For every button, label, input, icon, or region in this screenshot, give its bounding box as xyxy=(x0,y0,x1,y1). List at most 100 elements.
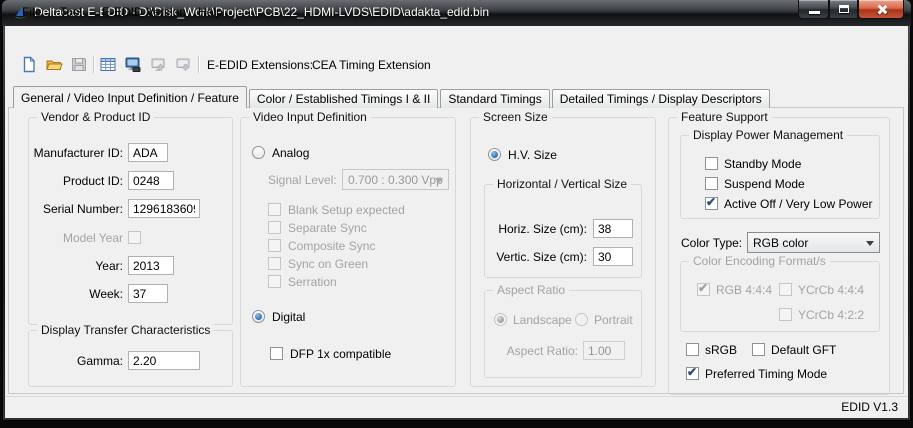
download-device-icon[interactable] xyxy=(174,56,192,73)
screen: Deltacast E-EDID - D:\Disk_Work\Project\… xyxy=(0,0,913,428)
digital-radio[interactable] xyxy=(252,310,265,323)
extensions-label: E-EDID Extensions: xyxy=(207,58,314,72)
horiz-size-label: Horiz. Size (cm): xyxy=(498,222,587,236)
ycrcb444-checkbox[interactable] xyxy=(779,283,792,296)
chevron-down-icon xyxy=(435,178,443,187)
menu-eedid-version[interactable]: E-EDID Version xyxy=(96,0,192,24)
horiz-size-field[interactable] xyxy=(593,219,633,238)
manufacturer-id-field[interactable] xyxy=(128,143,168,162)
vendor-product-group-title: Vendor & Product ID xyxy=(37,110,155,124)
ycrcb444-label[interactable]: YCrCb 4:4:4 xyxy=(798,283,864,297)
status-bar: EDID V1.3 xyxy=(5,396,908,418)
suspend-mode-checkbox[interactable] xyxy=(705,177,718,190)
aspect-ratio-field[interactable] xyxy=(583,341,625,360)
rgb444-label[interactable]: RGB 4:4:4 xyxy=(716,283,772,297)
serial-number-field[interactable] xyxy=(128,199,200,218)
srgb-checkbox[interactable] xyxy=(686,343,699,356)
close-icon xyxy=(876,4,887,15)
gamma-field[interactable] xyxy=(128,351,200,370)
preferred-timing-label[interactable]: Preferred Timing Mode xyxy=(705,367,827,381)
open-file-icon[interactable] xyxy=(45,56,63,73)
week-label: Week: xyxy=(89,287,123,301)
serration-checkbox[interactable] xyxy=(268,275,281,288)
standby-mode-label[interactable]: Standby Mode xyxy=(724,157,801,171)
dfp-compatible-checkbox[interactable] xyxy=(270,347,283,360)
color-encoding-group-title: Color Encoding Format/s xyxy=(689,254,830,268)
separate-sync-checkbox[interactable] xyxy=(268,221,281,234)
edid-version-status: EDID V1.3 xyxy=(841,400,898,414)
sync-on-green-label[interactable]: Sync on Green xyxy=(288,257,368,271)
suspend-mode-label[interactable]: Suspend Mode xyxy=(724,177,805,191)
model-year-label[interactable]: Model Year xyxy=(30,231,123,245)
vertic-size-label: Vertic. Size (cm): xyxy=(496,250,587,264)
feature-support-group-title: Feature Support xyxy=(677,110,772,124)
separate-sync-label[interactable]: Separate Sync xyxy=(288,221,367,235)
menu-tool[interactable]: Tool xyxy=(54,0,88,24)
model-year-checkbox[interactable] xyxy=(128,231,141,244)
product-id-field[interactable] xyxy=(128,171,174,190)
active-off-label[interactable]: Active Off / Very Low Power xyxy=(724,197,873,211)
color-type-select[interactable]: RGB color xyxy=(747,232,880,253)
upload-device-icon[interactable] xyxy=(149,56,167,73)
save-file-icon[interactable] xyxy=(70,56,88,73)
aspect-ratio-group-title: Aspect Ratio xyxy=(493,283,570,297)
manufacturer-id-label: Manufacturer ID: xyxy=(33,146,123,160)
year-field[interactable] xyxy=(128,256,174,275)
tab-detailed-timings[interactable]: Detailed Timings / Display Descriptors xyxy=(551,89,770,108)
analog-radio[interactable] xyxy=(252,146,265,159)
horiz-vert-size-group-title: Horizontal / Vertical Size xyxy=(493,177,632,191)
landscape-radio[interactable] xyxy=(494,313,507,326)
read-device-icon[interactable] xyxy=(124,56,142,73)
color-type-label: Color Type: xyxy=(681,236,743,250)
ycrcb422-checkbox[interactable] xyxy=(779,308,792,321)
composite-sync-label[interactable]: Composite Sync xyxy=(288,239,375,253)
standby-mode-checkbox[interactable] xyxy=(705,157,718,170)
year-label: Year: xyxy=(95,259,123,273)
edid-table-icon[interactable] xyxy=(99,56,117,73)
analog-label[interactable]: Analog xyxy=(272,146,309,160)
tab-color-established[interactable]: Color / Established Timings I & II xyxy=(248,89,439,108)
signal-level-label: Signal Level: xyxy=(268,173,337,187)
landscape-label[interactable]: Landscape xyxy=(513,313,572,327)
ycrcb422-label[interactable]: YCrCb 4:2:2 xyxy=(798,308,864,322)
tab-standard-timings[interactable]: Standard Timings xyxy=(440,89,550,108)
composite-sync-checkbox[interactable] xyxy=(268,239,281,252)
close-button[interactable] xyxy=(858,0,904,19)
transfer-characteristics-group-title: Display Transfer Characteristics xyxy=(37,323,215,337)
hv-size-label[interactable]: H.V. Size xyxy=(508,148,557,162)
portrait-label[interactable]: Portrait xyxy=(594,313,633,327)
gamma-label: Gamma: xyxy=(76,354,123,368)
blank-setup-label[interactable]: Blank Setup expected xyxy=(288,203,405,217)
minimize-button[interactable] xyxy=(798,0,829,19)
sync-on-green-checkbox[interactable] xyxy=(268,257,281,270)
vertic-size-field[interactable] xyxy=(593,247,633,266)
minimize-icon xyxy=(809,11,820,14)
default-gft-label[interactable]: Default GFT xyxy=(771,343,836,357)
color-type-value: RGB color xyxy=(753,236,809,250)
signal-level-select[interactable]: 0.700 : 0.300 Vpp xyxy=(342,169,449,190)
dfp-compatible-label[interactable]: DFP 1x compatible xyxy=(290,347,391,361)
chevron-down-icon xyxy=(866,241,874,250)
product-id-label: Product ID: xyxy=(62,174,123,188)
new-document-icon[interactable] xyxy=(20,56,38,73)
serration-label[interactable]: Serration xyxy=(288,275,337,289)
menu-help[interactable]: Help xyxy=(192,0,229,24)
menu-file[interactable]: File xyxy=(16,0,47,24)
signal-level-value: 0.700 : 0.300 Vpp xyxy=(348,173,443,187)
screen-size-group-title: Screen Size xyxy=(479,110,552,124)
week-field[interactable] xyxy=(128,284,168,303)
portrait-radio[interactable] xyxy=(575,313,588,326)
default-gft-checkbox[interactable] xyxy=(752,343,765,356)
tab-general[interactable]: General / Video Input Definition / Featu… xyxy=(13,86,247,108)
maximize-button[interactable] xyxy=(829,0,858,19)
digital-label[interactable]: Digital xyxy=(272,310,305,324)
rgb444-checkbox[interactable] xyxy=(697,281,710,296)
extensions-value: CEA Timing Extension xyxy=(312,58,431,72)
srgb-label[interactable]: sRGB xyxy=(705,343,737,357)
video-input-group-title: Video Input Definition xyxy=(249,110,371,124)
preferred-timing-checkbox[interactable] xyxy=(686,365,699,380)
maximize-icon xyxy=(839,5,849,13)
hv-size-radio[interactable] xyxy=(488,148,501,161)
active-off-checkbox[interactable] xyxy=(705,195,718,210)
blank-setup-checkbox[interactable] xyxy=(268,203,281,216)
